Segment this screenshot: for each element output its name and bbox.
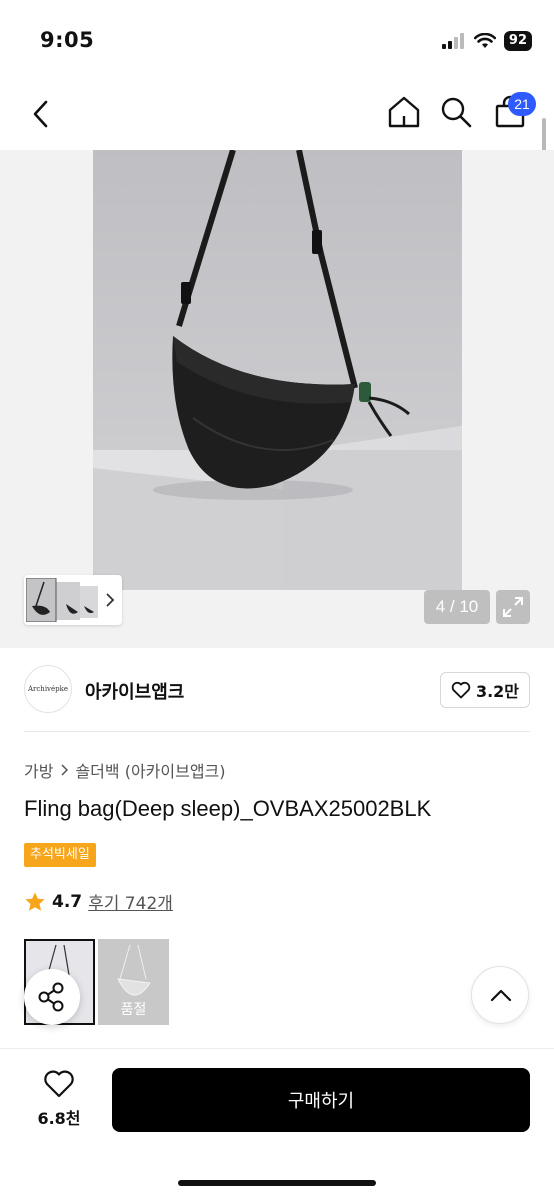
chevron-right-icon [106, 593, 115, 607]
review-count-link[interactable]: 후기 742개 [88, 889, 173, 914]
status-icons: 92 [441, 30, 532, 52]
search-icon[interactable] [438, 94, 474, 130]
status-time: 9:05 [40, 28, 95, 52]
share-icon [38, 982, 64, 1012]
wifi-icon [473, 33, 496, 48]
soldout-label: 품절 [120, 1002, 147, 1018]
wishlist-button[interactable]: 6.8천 [22, 1069, 96, 1133]
bottom-action-bar: 6.8천 구매하기 [0, 1048, 554, 1200]
product-title: Fling bag(Deep sleep)_OVBAX25002BLK [24, 796, 432, 821]
brand-like-button[interactable]: 3.2만 [440, 672, 530, 708]
brand-name[interactable]: 아카이브앱크 [85, 678, 184, 704]
wishlist-count: 6.8천 [37, 1109, 81, 1128]
brand-like-count: 3.2만 [475, 682, 520, 701]
brand-logo[interactable]: Archivépke [24, 665, 72, 713]
share-button[interactable] [24, 969, 80, 1025]
battery-indicator: 92 [503, 31, 532, 51]
thumbnail-images [26, 578, 98, 622]
signal-icon [441, 33, 464, 49]
option-thumbnail[interactable]: 품절 [98, 939, 169, 1025]
home-icon[interactable] [386, 94, 422, 130]
breadcrumb: 가방 숄더백 (아카이브앱크) [24, 758, 226, 782]
brand-row[interactable]: Archivépke 아카이브앱크 3.2만 [24, 662, 530, 718]
buy-button[interactable]: 구매하기 [112, 1068, 530, 1132]
expand-icon [503, 597, 523, 617]
scroll-to-top-button[interactable] [471, 966, 529, 1024]
cart-count-badge: 21 [508, 92, 536, 116]
heart-icon [44, 1070, 74, 1098]
back-arrow-icon[interactable] [24, 96, 60, 132]
sale-badge: 추석빅세일 [24, 843, 96, 867]
bag-photo-illustration [93, 150, 462, 590]
fullscreen-button[interactable] [496, 590, 530, 624]
chevron-right-icon [61, 764, 69, 776]
top-nav [0, 86, 554, 142]
product-gallery[interactable]: 4 / 10 [0, 150, 554, 648]
brand-logo-text: Archivépke [27, 685, 69, 693]
heart-icon [451, 681, 471, 699]
breadcrumb-item[interactable]: 가방 [24, 758, 53, 782]
image-counter: 4 / 10 [424, 590, 490, 624]
divider [24, 731, 530, 732]
chevron-up-icon [490, 989, 512, 1002]
rating-score: 4.7 [52, 891, 83, 912]
star-icon [25, 892, 45, 911]
product-photo[interactable] [93, 150, 462, 590]
rating-row: 4.7 후기 742개 [24, 889, 173, 914]
status-bar: 9:05 92 [0, 0, 554, 80]
breadcrumb-item[interactable]: 숄더백 (아카이브앱크) [75, 758, 225, 782]
gallery-thumbnail-strip[interactable] [24, 575, 122, 625]
home-indicator[interactable] [178, 1180, 376, 1186]
